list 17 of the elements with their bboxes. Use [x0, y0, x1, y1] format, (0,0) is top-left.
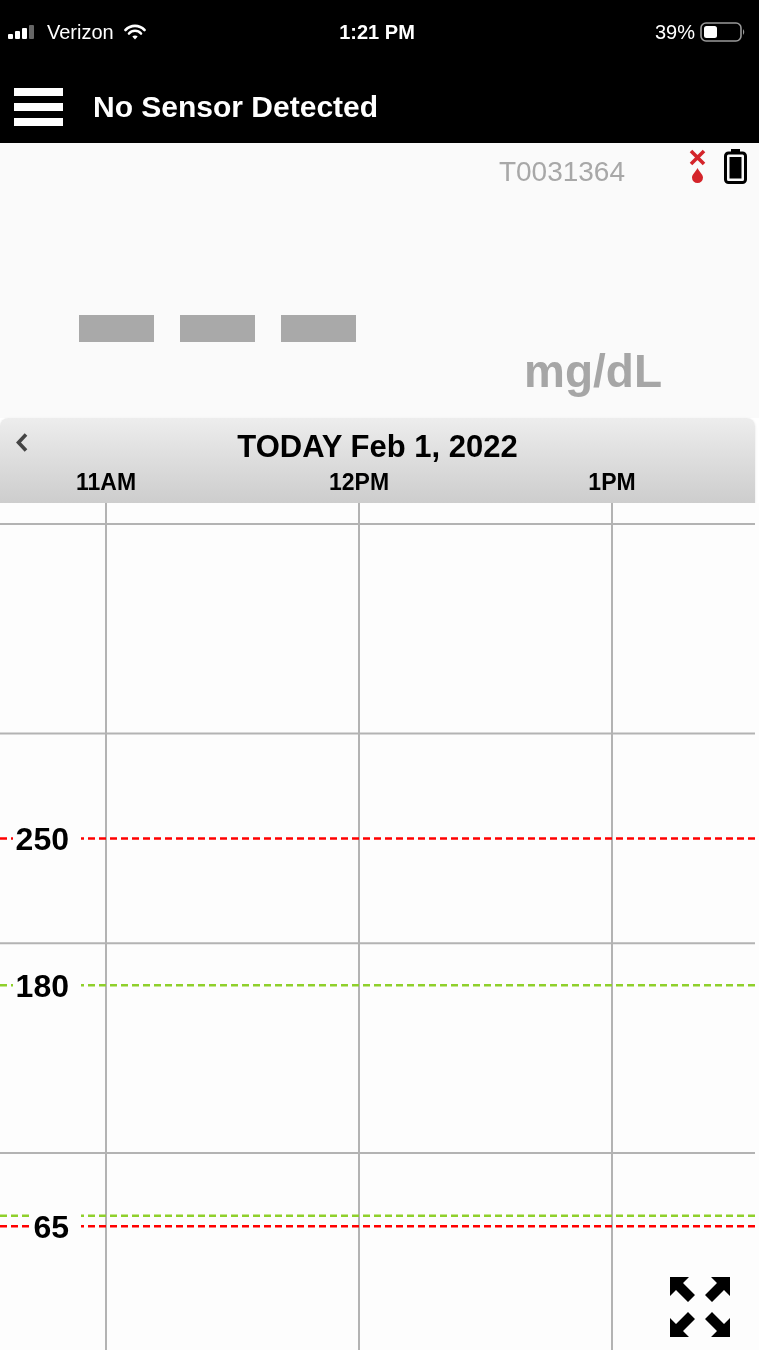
cross-drop-icon	[689, 149, 706, 183]
status-time: 1:21 PM	[339, 22, 415, 42]
signal-icon	[8, 25, 35, 39]
time-axis-label: 1PM	[588, 471, 636, 494]
time-axis-label: 11AM	[75, 471, 137, 494]
wifi-icon	[123, 24, 146, 40]
battery-icon	[724, 149, 747, 184]
battery-percent: 39%	[654, 22, 695, 42]
carrier-name: Verizon	[47, 22, 114, 42]
expand-icon[interactable]	[670, 1277, 730, 1337]
transmitter-id: T0031364	[498, 158, 625, 186]
time-axis-label: 12PM	[328, 471, 390, 494]
date-title: TODAY Feb 1, 2022	[237, 431, 518, 462]
menu-icon[interactable]	[14, 87, 63, 126]
back-icon[interactable]	[15, 432, 29, 453]
battery-icon	[700, 22, 746, 42]
screen-title: No Sensor Detected	[93, 91, 379, 122]
